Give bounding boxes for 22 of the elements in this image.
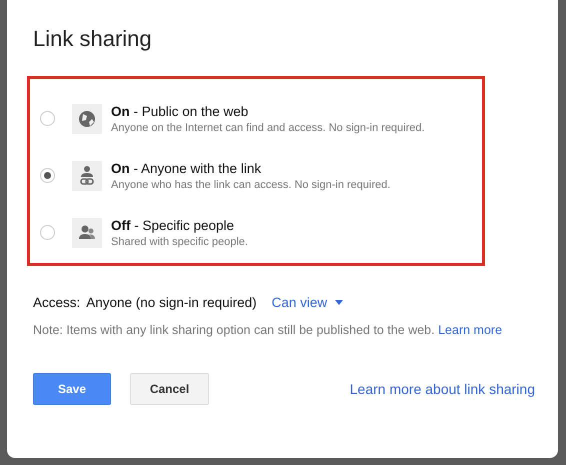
option-title: On - Public on the web (111, 104, 250, 118)
save-button[interactable]: Save (33, 373, 111, 405)
globe-icon (72, 104, 102, 134)
option-description: Shared with specific people. (111, 236, 248, 248)
radio-button[interactable] (40, 225, 55, 240)
access-label: Access: (33, 295, 80, 310)
option-title: On - Anyone with the link (111, 160, 262, 176)
person-link-icon (72, 160, 102, 190)
learn-more-link[interactable]: Learn more (438, 323, 502, 337)
people-icon (72, 218, 102, 248)
radio-button[interactable] (40, 168, 55, 183)
cancel-button[interactable]: Cancel (130, 373, 209, 405)
help-link[interactable]: Learn more about link sharing (350, 381, 535, 397)
dialog-title: Link sharing (33, 26, 153, 52)
option-description: Anyone who has the link can access. No sign-in required. (111, 178, 390, 190)
option-title: Off - Specific people (111, 218, 236, 232)
radio-button[interactable] (40, 111, 55, 126)
option-description: Anyone on the Internet can find and access. No sign-in required. (111, 122, 425, 134)
permission-dropdown[interactable]: Can view (272, 295, 344, 310)
note-text: Note: Items with any link sharing option can still be published to the web. (33, 323, 435, 337)
access-value: Anyone (no sign-in required) (86, 295, 257, 310)
caret-icon (335, 300, 344, 305)
